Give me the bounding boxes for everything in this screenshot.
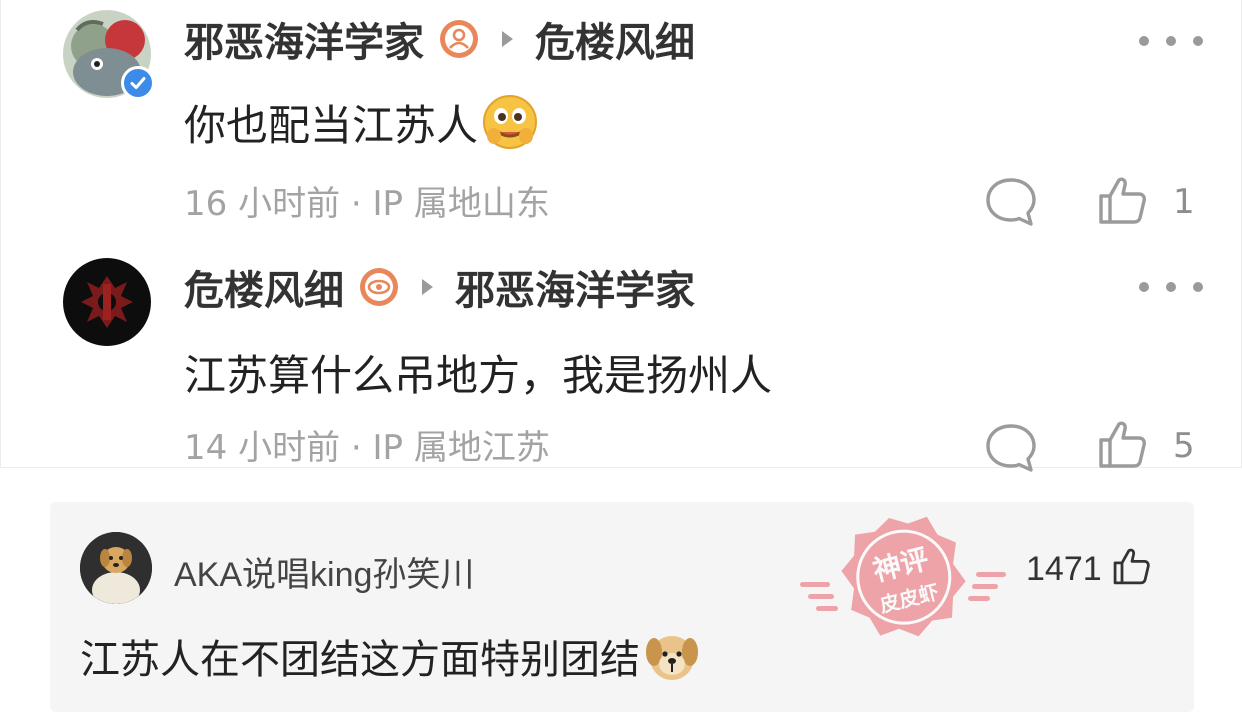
- avatar-image: [63, 258, 151, 346]
- username[interactable]: 危楼风细: [184, 258, 344, 316]
- reply-thread-panel: 邪恶海洋学家 危楼风细 你也配当江苏人 16 小时前 · IP 属地山东 1 危…: [0, 0, 1242, 472]
- level-badge-icon: [358, 266, 400, 308]
- reply-arrow-icon: [422, 279, 433, 295]
- thumbs-up-icon[interactable]: [1112, 546, 1152, 586]
- quoted-comment-card[interactable]: AKA说唱king孙笑川 1471 江苏人在不团结这方面特别团结: [50, 502, 1194, 712]
- like-count: 1: [1173, 182, 1195, 222]
- like-count: 1471: [1026, 550, 1102, 588]
- level-badge-icon: [438, 18, 480, 60]
- comment-text: 江苏人在不团结这方面特别团结: [80, 637, 640, 683]
- ip-location: IP 属地山东: [372, 184, 550, 224]
- reply-item: 危楼风细 邪恶海洋学家 江苏算什么吊地方，我是扬州人 14 小时前 · IP 属…: [1, 248, 1241, 472]
- reply-content: 江苏算什么吊地方，我是扬州人: [184, 344, 772, 400]
- more-options-icon[interactable]: [1139, 280, 1203, 294]
- reply-text: 你也配当江苏人: [184, 100, 479, 150]
- reply-header: 危楼风细 邪恶海洋学家: [184, 262, 695, 314]
- verified-badge-icon: [121, 66, 155, 100]
- meta-separator: ·: [340, 184, 373, 224]
- dog-face-emoji-icon: [644, 630, 700, 682]
- reply-meta: 14 小时前 · IP 属地江苏: [184, 420, 550, 469]
- thumbs-up-icon[interactable]: [1097, 174, 1149, 226]
- thumbs-up-icon[interactable]: [1097, 418, 1149, 470]
- reply-meta: 16 小时前 · IP 属地山东: [184, 176, 550, 225]
- meta-separator: ·: [340, 428, 373, 468]
- reply-time: 16 小时前: [184, 184, 341, 224]
- reply-text: 江苏算什么吊地方，我是扬州人: [184, 350, 773, 400]
- username[interactable]: AKA说唱king孙笑川: [174, 547, 474, 596]
- reply-header: 邪恶海洋学家 危楼风细: [184, 14, 695, 66]
- more-options-icon[interactable]: [1139, 34, 1203, 48]
- reply-to-username[interactable]: 邪恶海洋学家: [455, 258, 695, 316]
- reply-arrow-icon: [502, 31, 513, 47]
- comment-content: 江苏人在不团结这方面特别团结: [80, 628, 700, 684]
- ip-location: IP 属地江苏: [372, 428, 550, 468]
- avatar[interactable]: [80, 532, 152, 604]
- reply-to-username[interactable]: 危楼风细: [535, 10, 695, 68]
- username[interactable]: 邪恶海洋学家: [184, 10, 424, 68]
- comment-bubble-icon[interactable]: [985, 176, 1037, 228]
- avatar[interactable]: [63, 10, 155, 100]
- reply-item: 邪恶海洋学家 危楼风细 你也配当江苏人 16 小时前 · IP 属地山东 1: [1, 0, 1241, 240]
- drooling-face-emoji-icon: [482, 94, 538, 150]
- comment-bubble-icon[interactable]: [985, 422, 1037, 474]
- reply-content: 你也配当江苏人: [184, 92, 538, 152]
- like-count: 5: [1173, 426, 1195, 466]
- reply-time: 14 小时前: [184, 428, 341, 468]
- avatar[interactable]: [63, 258, 151, 346]
